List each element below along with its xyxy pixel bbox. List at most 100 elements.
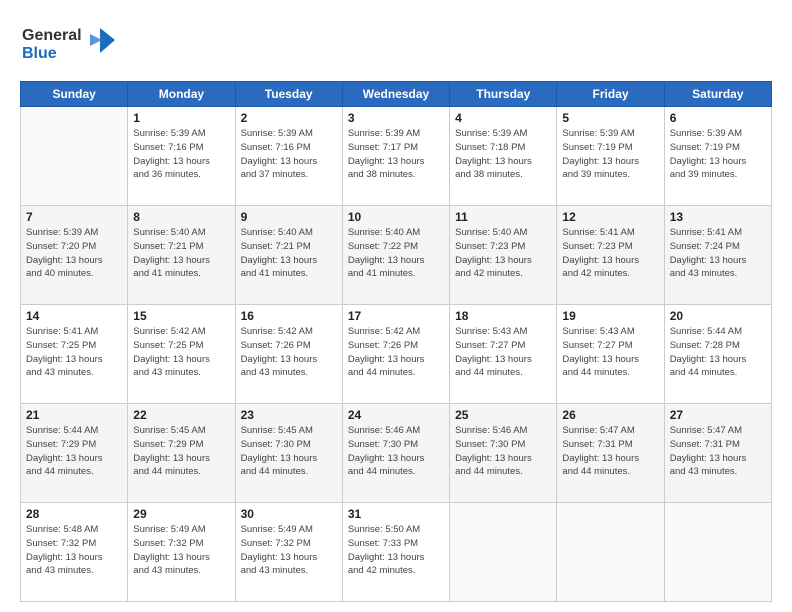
day-info: Sunrise: 5:44 AM Sunset: 7:29 PM Dayligh… bbox=[26, 424, 122, 479]
calendar-cell: 13Sunrise: 5:41 AM Sunset: 7:24 PM Dayli… bbox=[664, 206, 771, 305]
day-number: 9 bbox=[241, 210, 337, 224]
calendar-cell: 14 Sunrise: 5:41 AM Sunset: 7:25 PM Dayli… bbox=[21, 305, 128, 404]
calendar-cell: 7Sunrise: 5:39 AM Sunset: 7:20 PM Daylig… bbox=[21, 206, 128, 305]
day-info: Sunrise: 5:40 AM Sunset: 7:21 PM Dayligh… bbox=[133, 226, 229, 281]
calendar-week-row: 7Sunrise: 5:39 AM Sunset: 7:20 PM Daylig… bbox=[21, 206, 772, 305]
calendar-cell bbox=[664, 503, 771, 602]
weekday-header-saturday: Saturday bbox=[664, 82, 771, 107]
calendar-cell: 12 Sunrise: 5:41 AM Sunset: 7:23 PM Dayli… bbox=[557, 206, 664, 305]
calendar-cell bbox=[450, 503, 557, 602]
svg-text:General: General bbox=[22, 27, 82, 44]
day-info: Sunrise: 5:42 AM Sunset: 7:26 PM Dayligh… bbox=[348, 325, 444, 380]
day-info: Sunrise: 5:40 AM Sunset: 7:21 PM Dayligh… bbox=[241, 226, 337, 281]
calendar-cell: 1 Sunrise: 5:39 AM Sunset: 7:16 PM Daylig… bbox=[128, 107, 235, 206]
day-number: 27 bbox=[670, 408, 766, 422]
calendar-week-row: 21Sunrise: 5:44 AM Sunset: 7:29 PM Dayli… bbox=[21, 404, 772, 503]
calendar-cell: 24Sunrise: 5:46 AM Sunset: 7:30 PM Dayli… bbox=[342, 404, 449, 503]
calendar-cell: 4 Sunrise: 5:39 AM Sunset: 7:18 PM Daylig… bbox=[450, 107, 557, 206]
calendar-cell: 17 Sunrise: 5:42 AM Sunset: 7:26 PM Dayli… bbox=[342, 305, 449, 404]
day-info: Sunrise: 5:39 AM Sunset: 7:19 PM Dayligh… bbox=[670, 127, 766, 182]
calendar-cell: 30 Sunrise: 5:49 AM Sunset: 7:32 PM Dayli… bbox=[235, 503, 342, 602]
day-info: Sunrise: 5:48 AM Sunset: 7:32 PM Dayligh… bbox=[26, 523, 122, 578]
day-number: 22 bbox=[133, 408, 229, 422]
day-info: Sunrise: 5:47 AM Sunset: 7:31 PM Dayligh… bbox=[562, 424, 658, 479]
calendar-cell: 26 Sunrise: 5:47 AM Sunset: 7:31 PM Dayli… bbox=[557, 404, 664, 503]
calendar-cell: 18 Sunrise: 5:43 AM Sunset: 7:27 PM Dayli… bbox=[450, 305, 557, 404]
day-info: Sunrise: 5:49 AM Sunset: 7:32 PM Dayligh… bbox=[241, 523, 337, 578]
day-number: 28 bbox=[26, 507, 122, 521]
day-number: 5 bbox=[562, 111, 658, 125]
day-info: Sunrise: 5:45 AM Sunset: 7:29 PM Dayligh… bbox=[133, 424, 229, 479]
day-info: Sunrise: 5:39 AM Sunset: 7:16 PM Dayligh… bbox=[133, 127, 229, 182]
day-info: Sunrise: 5:50 AM Sunset: 7:33 PM Dayligh… bbox=[348, 523, 444, 578]
day-info: Sunrise: 5:47 AM Sunset: 7:31 PM Dayligh… bbox=[670, 424, 766, 479]
day-number: 18 bbox=[455, 309, 551, 323]
day-number: 7 bbox=[26, 210, 122, 224]
day-info: Sunrise: 5:41 AM Sunset: 7:25 PM Dayligh… bbox=[26, 325, 122, 380]
calendar-cell: 29 Sunrise: 5:49 AM Sunset: 7:32 PM Dayli… bbox=[128, 503, 235, 602]
day-number: 8 bbox=[133, 210, 229, 224]
weekday-header-friday: Friday bbox=[557, 82, 664, 107]
day-info: Sunrise: 5:42 AM Sunset: 7:25 PM Dayligh… bbox=[133, 325, 229, 380]
day-info: Sunrise: 5:42 AM Sunset: 7:26 PM Dayligh… bbox=[241, 325, 337, 380]
day-number: 19 bbox=[562, 309, 658, 323]
weekday-header-tuesday: Tuesday bbox=[235, 82, 342, 107]
page: General Blue SundayMondayTuesdayWednesda… bbox=[0, 0, 792, 612]
day-info: Sunrise: 5:39 AM Sunset: 7:19 PM Dayligh… bbox=[562, 127, 658, 182]
day-number: 30 bbox=[241, 507, 337, 521]
calendar-cell: 22 Sunrise: 5:45 AM Sunset: 7:29 PM Dayli… bbox=[128, 404, 235, 503]
logo-icon: General Blue bbox=[20, 18, 115, 66]
day-number: 4 bbox=[455, 111, 551, 125]
calendar-cell: 21Sunrise: 5:44 AM Sunset: 7:29 PM Dayli… bbox=[21, 404, 128, 503]
day-info: Sunrise: 5:46 AM Sunset: 7:30 PM Dayligh… bbox=[348, 424, 444, 479]
calendar-week-row: 1 Sunrise: 5:39 AM Sunset: 7:16 PM Daylig… bbox=[21, 107, 772, 206]
calendar-cell: 23 Sunrise: 5:45 AM Sunset: 7:30 PM Dayli… bbox=[235, 404, 342, 503]
day-number: 2 bbox=[241, 111, 337, 125]
day-number: 26 bbox=[562, 408, 658, 422]
day-number: 23 bbox=[241, 408, 337, 422]
calendar-cell: 9 Sunrise: 5:40 AM Sunset: 7:21 PM Daylig… bbox=[235, 206, 342, 305]
day-info: Sunrise: 5:45 AM Sunset: 7:30 PM Dayligh… bbox=[241, 424, 337, 479]
calendar-cell: 10 Sunrise: 5:40 AM Sunset: 7:22 PM Dayli… bbox=[342, 206, 449, 305]
calendar-cell: 16Sunrise: 5:42 AM Sunset: 7:26 PM Dayli… bbox=[235, 305, 342, 404]
day-number: 1 bbox=[133, 111, 229, 125]
calendar-cell: 25 Sunrise: 5:46 AM Sunset: 7:30 PM Dayli… bbox=[450, 404, 557, 503]
day-number: 10 bbox=[348, 210, 444, 224]
day-number: 17 bbox=[348, 309, 444, 323]
day-info: Sunrise: 5:44 AM Sunset: 7:28 PM Dayligh… bbox=[670, 325, 766, 380]
weekday-header-monday: Monday bbox=[128, 82, 235, 107]
calendar-cell: 20 Sunrise: 5:44 AM Sunset: 7:28 PM Dayli… bbox=[664, 305, 771, 404]
logo: General Blue bbox=[20, 18, 115, 71]
calendar-cell: 2 Sunrise: 5:39 AM Sunset: 7:16 PM Daylig… bbox=[235, 107, 342, 206]
weekday-header-row: SundayMondayTuesdayWednesdayThursdayFrid… bbox=[21, 82, 772, 107]
calendar-cell: 8 Sunrise: 5:40 AM Sunset: 7:21 PM Daylig… bbox=[128, 206, 235, 305]
day-number: 12 bbox=[562, 210, 658, 224]
day-info: Sunrise: 5:41 AM Sunset: 7:23 PM Dayligh… bbox=[562, 226, 658, 281]
day-info: Sunrise: 5:39 AM Sunset: 7:17 PM Dayligh… bbox=[348, 127, 444, 182]
day-number: 20 bbox=[670, 309, 766, 323]
calendar-cell: 19Sunrise: 5:43 AM Sunset: 7:27 PM Dayli… bbox=[557, 305, 664, 404]
day-info: Sunrise: 5:49 AM Sunset: 7:32 PM Dayligh… bbox=[133, 523, 229, 578]
calendar-cell bbox=[21, 107, 128, 206]
calendar-cell bbox=[557, 503, 664, 602]
calendar-cell: 3 Sunrise: 5:39 AM Sunset: 7:17 PM Daylig… bbox=[342, 107, 449, 206]
calendar-cell: 27 Sunrise: 5:47 AM Sunset: 7:31 PM Dayli… bbox=[664, 404, 771, 503]
day-info: Sunrise: 5:40 AM Sunset: 7:23 PM Dayligh… bbox=[455, 226, 551, 281]
day-number: 14 bbox=[26, 309, 122, 323]
day-info: Sunrise: 5:46 AM Sunset: 7:30 PM Dayligh… bbox=[455, 424, 551, 479]
header: General Blue bbox=[20, 18, 772, 71]
day-info: Sunrise: 5:39 AM Sunset: 7:16 PM Dayligh… bbox=[241, 127, 337, 182]
calendar-cell: 11 Sunrise: 5:40 AM Sunset: 7:23 PM Dayli… bbox=[450, 206, 557, 305]
day-number: 29 bbox=[133, 507, 229, 521]
day-info: Sunrise: 5:43 AM Sunset: 7:27 PM Dayligh… bbox=[455, 325, 551, 380]
day-number: 13 bbox=[670, 210, 766, 224]
svg-text:Blue: Blue bbox=[22, 45, 57, 62]
day-number: 3 bbox=[348, 111, 444, 125]
calendar-cell: 28 Sunrise: 5:48 AM Sunset: 7:32 PM Dayli… bbox=[21, 503, 128, 602]
day-number: 11 bbox=[455, 210, 551, 224]
weekday-header-sunday: Sunday bbox=[21, 82, 128, 107]
calendar-cell: 6Sunrise: 5:39 AM Sunset: 7:19 PM Daylig… bbox=[664, 107, 771, 206]
day-info: Sunrise: 5:39 AM Sunset: 7:18 PM Dayligh… bbox=[455, 127, 551, 182]
day-info: Sunrise: 5:40 AM Sunset: 7:22 PM Dayligh… bbox=[348, 226, 444, 281]
day-number: 25 bbox=[455, 408, 551, 422]
